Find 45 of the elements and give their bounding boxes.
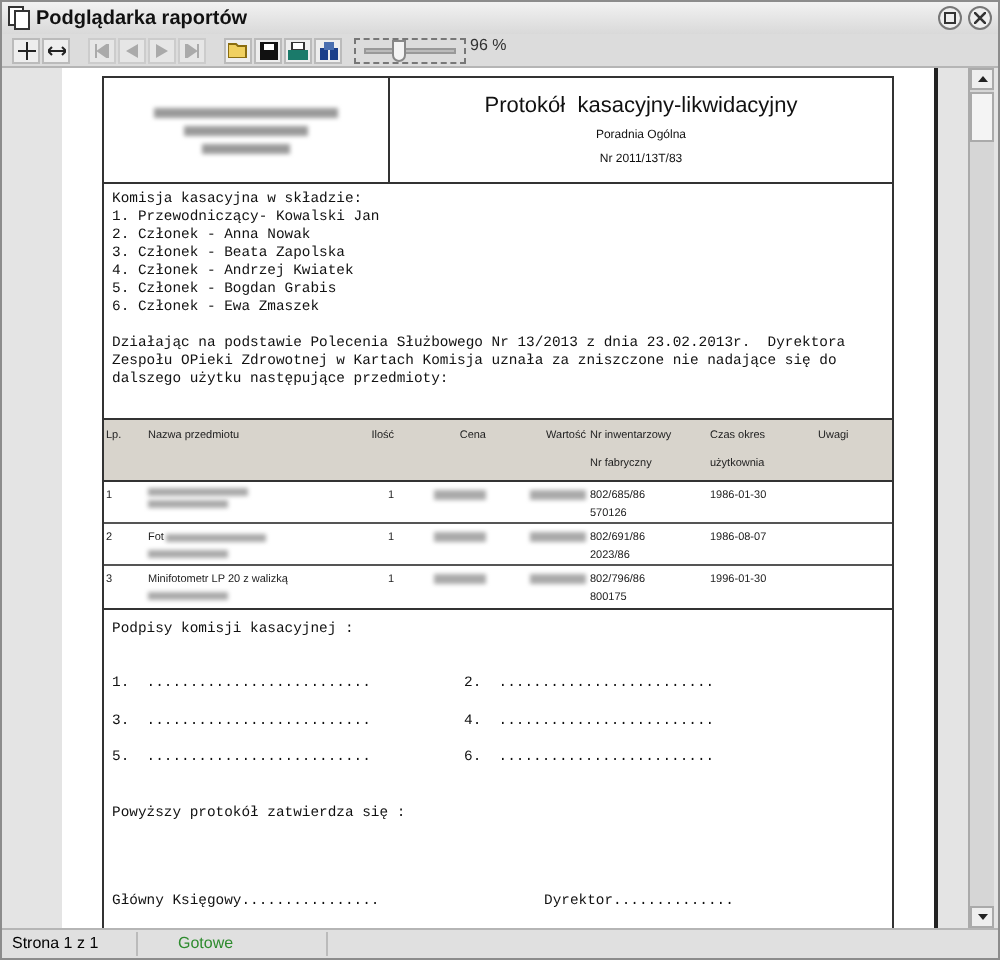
redacted-text [148,550,228,558]
redacted-text [165,534,266,543]
first-page-icon [94,43,110,57]
page-counter: Strona 1 z 1 [2,932,138,956]
window-title: Podglądarka raportów [36,5,248,33]
redacted-text [530,574,586,584]
export-button[interactable] [314,37,342,63]
printer-icon [288,41,308,59]
open-button[interactable] [224,37,252,63]
redacted-text [530,490,586,500]
redacted-text [434,532,486,542]
binoculars-icon [319,41,337,59]
last-page-icon [184,43,200,57]
status-text: Gotowe [138,932,328,956]
move-icon [17,41,35,59]
zoom-percent: 96 % [470,34,507,58]
slider-thumb[interactable] [392,39,407,61]
restore-icon [944,12,956,24]
document-icon [8,6,30,30]
redacted-text [148,488,248,496]
fit-width-button[interactable] [42,37,70,63]
save-button[interactable] [254,37,282,63]
redacted-text [148,500,228,508]
close-icon [974,12,986,24]
scrollbar-thumb[interactable] [970,92,994,142]
restore-button[interactable] [938,6,962,30]
print-button[interactable] [284,37,312,63]
redacted-text [202,143,290,153]
scroll-down-icon [977,914,987,920]
width-arrows-icon [47,45,65,55]
vertical-scrollbar[interactable] [968,68,994,928]
previous-icon [126,43,138,57]
save-icon [259,41,277,59]
redacted-text [184,125,308,135]
next-icon [156,43,168,57]
redacted-text [434,574,486,584]
zoom-slider[interactable] [354,37,466,63]
report-title: Protokół kasacyjny-likwidacyjny [484,91,798,122]
redacted-text [434,490,486,500]
pan-button[interactable] [12,37,40,63]
redacted-text [530,532,586,542]
close-button[interactable] [968,6,992,30]
folder-icon [228,42,248,58]
redacted-text [148,592,228,601]
scroll-up-icon [977,76,987,82]
